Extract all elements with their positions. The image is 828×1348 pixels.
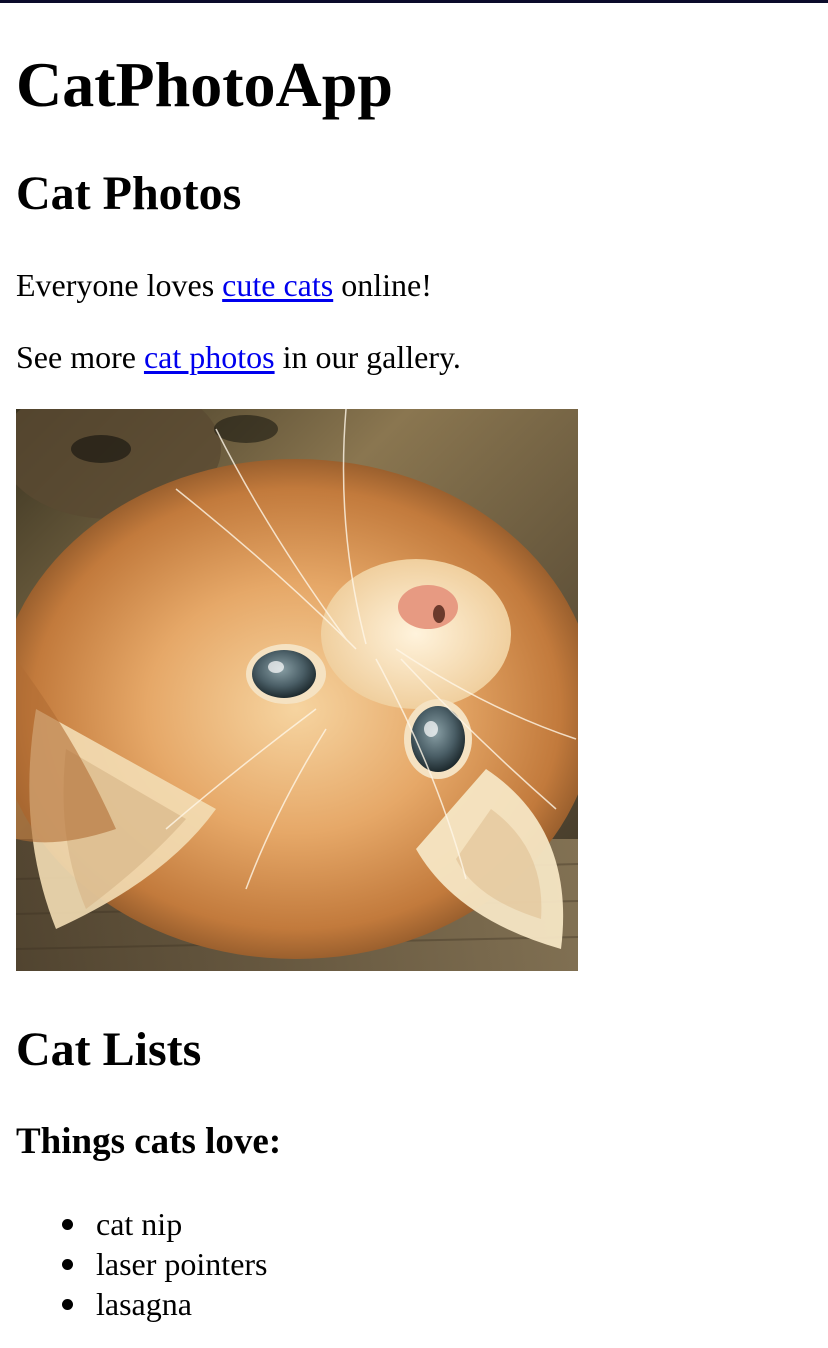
- list-item: cat nip: [16, 1204, 268, 1244]
- list-item: lasagna: [16, 1284, 268, 1324]
- kitten-photo: [16, 409, 578, 971]
- list-item-label: cat nip: [96, 1206, 183, 1242]
- cat-photos-heading: Cat Photos: [16, 167, 242, 220]
- bullet-icon: [62, 1299, 73, 1310]
- intro-text-before: Everyone loves: [16, 267, 223, 303]
- top-border: [0, 0, 828, 3]
- gallery-text-before: See more: [16, 339, 144, 375]
- list-item-label: laser pointers: [96, 1246, 268, 1282]
- things-cats-love-list: cat nip laser pointers lasagna: [16, 1204, 268, 1324]
- cat-lists-heading: Cat Lists: [16, 1023, 202, 1076]
- gallery-paragraph: See more cat photos in our gallery.: [16, 338, 461, 376]
- cat-photos-link[interactable]: cat photos: [144, 339, 275, 375]
- gallery-text-after: in our gallery.: [274, 339, 461, 375]
- cute-cats-link[interactable]: cute cats: [222, 267, 333, 303]
- app-title: CatPhotoApp: [16, 49, 393, 120]
- things-cats-love-heading: Things cats love:: [16, 1121, 282, 1162]
- cat-photo-link[interactable]: [16, 409, 578, 971]
- bullet-icon: [62, 1219, 73, 1230]
- list-item: laser pointers: [16, 1244, 268, 1284]
- intro-text-after: online!: [333, 267, 432, 303]
- intro-paragraph: Everyone loves cute cats online!: [16, 266, 432, 304]
- list-item-label: lasagna: [96, 1286, 192, 1322]
- bullet-icon: [62, 1259, 73, 1270]
